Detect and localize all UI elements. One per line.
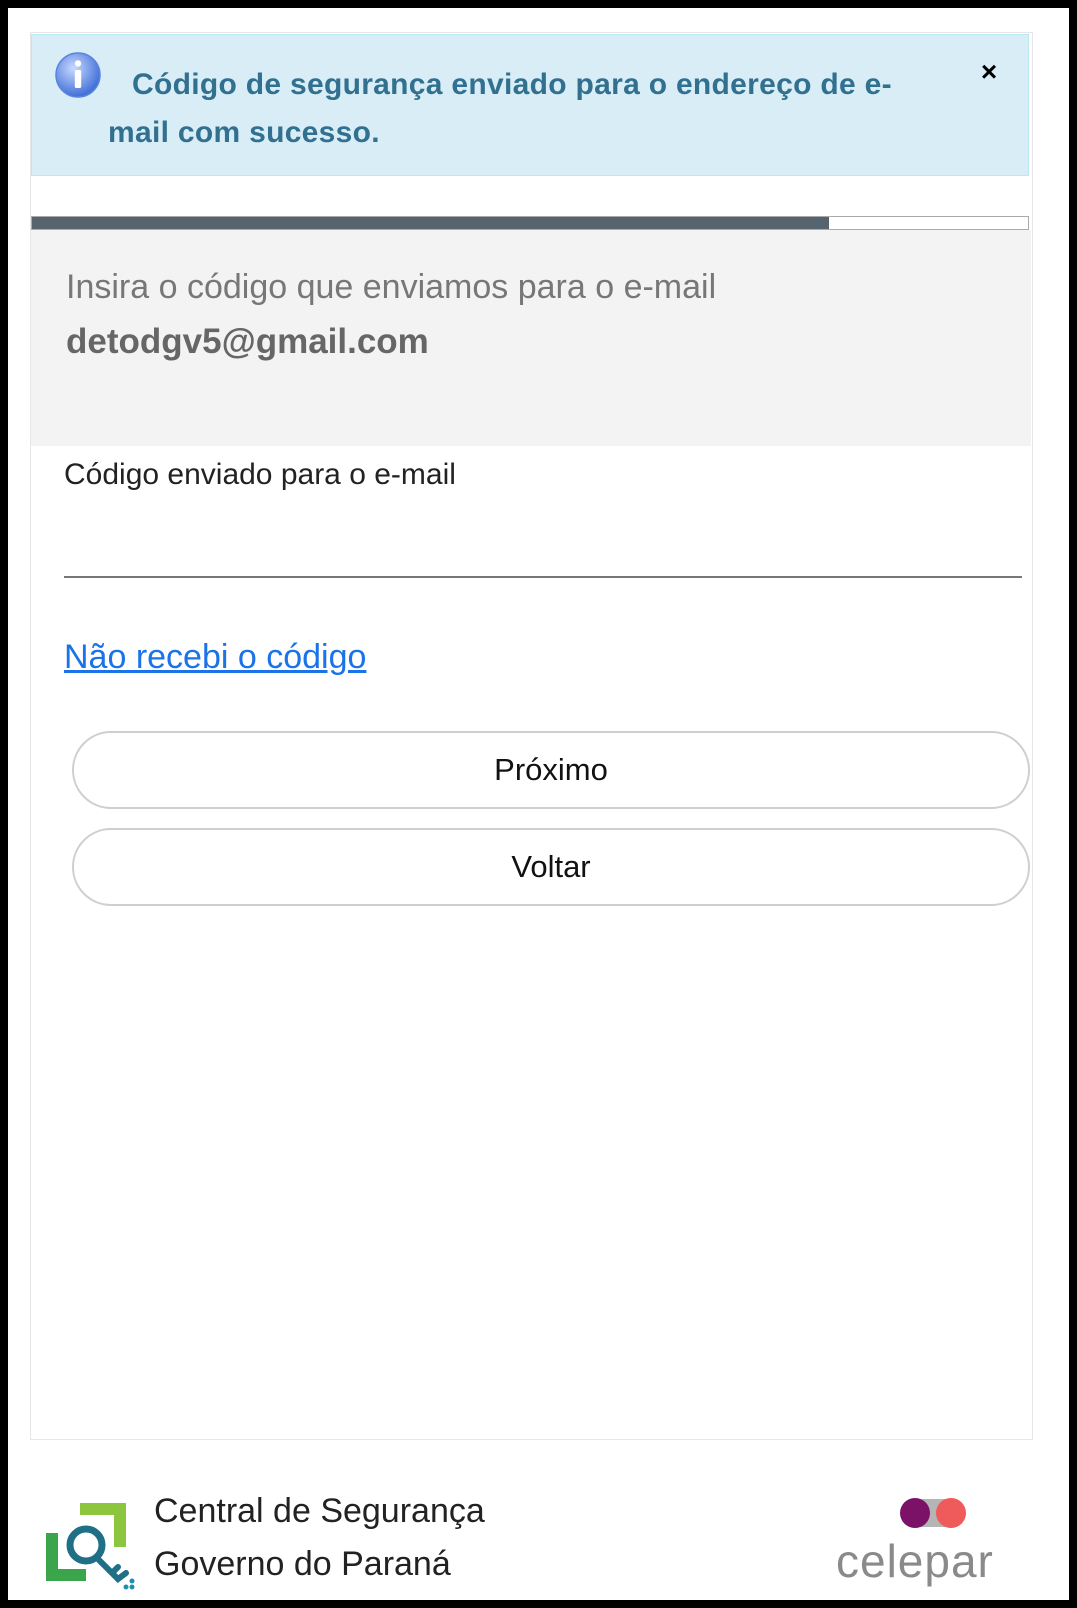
frame-border-left — [0, 0, 8, 1608]
frame-border-bottom — [0, 1600, 1077, 1608]
instructions-text: Insira o código que enviamos para o e-ma… — [66, 268, 717, 306]
code-field-label: Código enviado para o e-mail — [64, 458, 456, 491]
target-email: detodgv5@gmail.com — [66, 322, 429, 361]
next-button[interactable]: Próximo — [72, 731, 1030, 809]
instructions-panel: Insira o código que enviamos para o e-ma… — [31, 230, 1031, 446]
alert-message: Código de segurança enviado para o ender… — [108, 68, 892, 149]
celepar-logo: celepar — [836, 1535, 994, 1587]
resend-code-link[interactable]: Não recebi o código — [64, 638, 366, 677]
frame-border-right — [1069, 0, 1077, 1608]
celepar-logo-dots — [900, 1498, 966, 1528]
code-input[interactable] — [64, 506, 1022, 578]
back-button[interactable]: Voltar — [72, 828, 1030, 906]
central-seguranca-logo — [46, 1503, 135, 1590]
frame-border-top — [0, 0, 1077, 8]
footer-title-line2: Governo do Paraná — [154, 1545, 451, 1583]
info-icon — [55, 52, 101, 98]
close-icon[interactable]: × — [974, 57, 1004, 87]
success-alert: Código de segurança enviado para o ender… — [31, 34, 1029, 176]
progress-bar — [31, 216, 1029, 230]
footer-title-line1: Central de Segurança — [154, 1492, 485, 1530]
progress-bar-fill — [32, 217, 829, 229]
